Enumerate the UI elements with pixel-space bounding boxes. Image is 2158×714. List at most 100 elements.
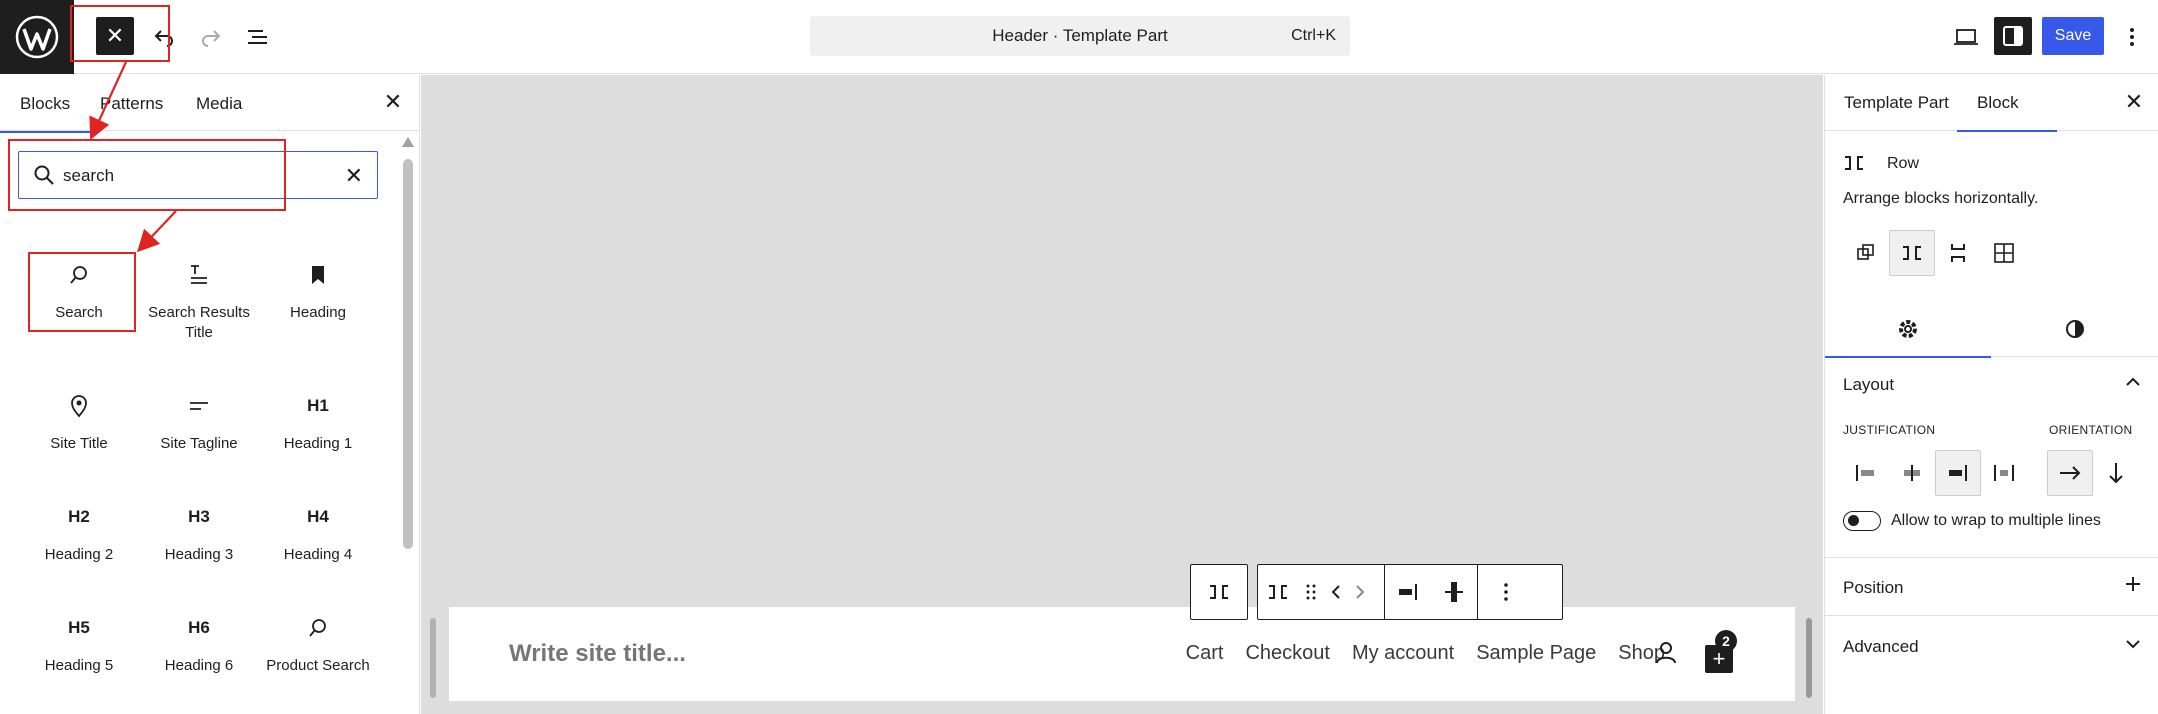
justify-right-icon [1949,465,1967,481]
justify-left-button[interactable] [1843,450,1889,496]
justify-center-icon [1904,465,1920,481]
scroll-thumb[interactable] [403,159,413,549]
clear-search-icon[interactable]: ✕ [345,163,363,189]
inserter-tabs: Blocks Patterns Media ✕ [0,75,419,133]
settings-styles-tabs [1825,300,2158,358]
nav-item-cart[interactable]: Cart [1186,642,1224,665]
variation-group[interactable] [1843,230,1889,276]
kebab-menu-icon [1504,583,1508,601]
drag-handle[interactable] [1298,565,1324,619]
document-overview-button[interactable] [240,19,276,55]
orientation-label: ORIENTATION [2049,423,2133,437]
block-parent-selector[interactable] [1190,564,1248,620]
command-title: Header · Template Part [992,26,1168,45]
space-between-icon [1994,465,2014,481]
tab-settings[interactable] [1825,314,1991,358]
nav-item-my-account[interactable]: My account [1352,642,1454,665]
settings-toggle-button[interactable] [1994,17,2032,55]
preview-device-button[interactable] [1948,19,1984,55]
block-type-button[interactable] [1258,565,1298,619]
close-inserter-icon[interactable]: ✕ [380,89,406,115]
block-heading[interactable]: Heading [258,255,378,323]
block-label: Heading 3 [164,546,234,563]
nav-item-sample-page[interactable]: Sample Page [1476,642,1596,665]
align-center-icon [1445,582,1463,602]
chevron-left-icon [1331,585,1340,599]
layout-panel-title[interactable]: Layout [1843,375,1894,395]
justify-center-button[interactable] [1889,450,1935,496]
arrow-right-icon [2060,466,2081,480]
row-parent-button[interactable] [1191,565,1247,619]
inserter-scrollbar[interactable] [402,137,414,714]
tab-block[interactable]: Block [1957,93,2056,132]
map-pin-icon [19,386,139,426]
orientation-vertical-button[interactable] [2093,450,2139,496]
cart-count-badge: 2 [1715,630,1737,652]
redo-button[interactable] [193,19,229,55]
block-product-search[interactable]: Product Search [258,608,378,676]
block-heading-6[interactable]: H6 Heading 6 [139,608,259,676]
block-search-results-title[interactable]: Search Results Title [139,255,259,343]
contrast-icon [2066,320,2084,338]
justify-right-button[interactable] [1385,565,1431,619]
block-label: Heading 6 [164,657,234,674]
orientation-horizontal-button[interactable] [2047,450,2093,496]
heading-6-icon: H6 [188,618,210,637]
group-icon [1857,244,1874,260]
chevron-down-icon[interactable] [2124,635,2142,658]
block-site-title[interactable]: Site Title [19,386,139,454]
close-sidebar-icon[interactable]: ✕ [2121,89,2147,115]
tab-template-part[interactable]: Template Part [1844,93,1949,113]
block-settings-sidebar: Template Part Block ✕ Row Arrange blocks… [1824,75,2158,714]
block-heading-1[interactable]: H1 Heading 1 [258,386,378,454]
block-label: Site Tagline [160,435,238,452]
block-heading-2[interactable]: H2 Heading 2 [19,497,139,565]
command-palette-bar[interactable]: Header · Template Part Ctrl+K [810,16,1350,56]
vertical-align-button[interactable] [1431,565,1477,619]
redo-icon [202,30,221,47]
scroll-up-icon[interactable] [402,137,414,147]
justify-right-button[interactable] [1935,450,1981,496]
wordpress-logo-icon[interactable] [0,0,74,74]
canvas-scrollbar[interactable] [1806,618,1812,698]
options-button[interactable] [2118,19,2146,55]
tab-media[interactable]: Media [196,94,242,114]
plus-icon[interactable] [2124,575,2142,598]
header-template-part[interactable]: Write site title... Cart Checkout My acc… [449,607,1795,701]
stack-icon [1951,244,1965,262]
move-left-button[interactable] [1324,565,1348,619]
block-heading-4[interactable]: H4 Heading 4 [258,497,378,565]
annotation-box-search-block [28,252,136,332]
variation-grid[interactable] [1981,230,2027,276]
block-heading-3[interactable]: H3 Heading 3 [139,497,259,565]
canvas-scrollbar-left[interactable] [430,618,436,698]
block-toolbar [1257,564,1563,620]
chevron-up-icon[interactable] [2124,373,2142,396]
position-panel-title[interactable]: Position [1843,578,1903,598]
arrow-down-icon [2109,463,2123,484]
grid-icon [1994,243,2014,263]
block-variations [1843,230,2027,276]
heading-3-icon: H3 [188,507,210,526]
list-view-icon [248,30,267,44]
nav-item-checkout[interactable]: Checkout [1245,642,1330,665]
block-options-button[interactable] [1478,565,1534,619]
tab-blocks[interactable]: Blocks [0,94,91,133]
sidebar-icon [2003,26,2023,46]
site-title-placeholder[interactable]: Write site title... [509,640,686,668]
save-button[interactable]: Save [2042,17,2104,55]
block-label: Heading 5 [44,657,114,674]
gear-icon [1899,320,1917,338]
variation-stack[interactable] [1935,230,1981,276]
block-heading-5[interactable]: H5 Heading 5 [19,608,139,676]
move-right-button[interactable] [1348,565,1372,619]
justify-space-between-button[interactable] [1981,450,2027,496]
variation-row[interactable] [1889,230,1935,276]
toggle-switch[interactable] [1843,511,1881,531]
tab-styles[interactable] [1992,314,2158,344]
block-site-tagline[interactable]: Site Tagline [139,386,259,454]
advanced-panel-title[interactable]: Advanced [1843,637,1919,657]
tab-patterns[interactable]: Patterns [100,94,163,114]
justification-controls [1843,450,2027,496]
user-account-icon[interactable] [1655,641,1677,670]
